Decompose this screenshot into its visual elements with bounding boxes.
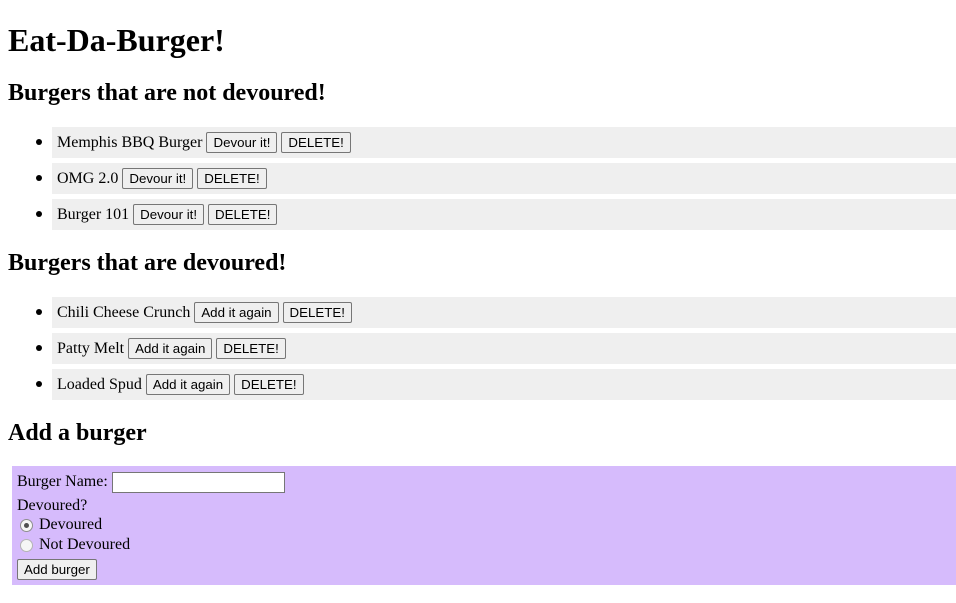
not-devoured-heading: Burgers that are not devoured! — [8, 80, 326, 106]
add-burger-form: Burger Name: Devoured? Devoured Not Devo… — [12, 466, 956, 585]
page-title: Eat-Da-Burger! — [8, 22, 225, 58]
delete-button[interactable]: DELETE! — [197, 168, 267, 189]
delete-button[interactable]: DELETE! — [208, 204, 278, 225]
list-item: Chili Cheese Crunch Add it again DELETE! — [36, 297, 956, 328]
radio-option-devoured[interactable]: Devoured — [17, 515, 951, 535]
add-again-button[interactable]: Add it again — [128, 338, 213, 359]
burger-name: Patty Melt — [57, 339, 125, 357]
burger-name: OMG 2.0 — [57, 169, 119, 187]
bullet-icon — [36, 345, 42, 351]
bullet-icon — [36, 139, 42, 145]
add-again-button[interactable]: Add it again — [145, 374, 231, 395]
delete-button[interactable]: DELETE! — [281, 132, 351, 153]
bullet-icon — [36, 175, 42, 181]
radio-devoured[interactable] — [20, 518, 33, 532]
list-item: Patty Melt Add it again DELETE! — [36, 333, 956, 364]
devoured-list: Chili Cheese Crunch Add it again DELETE!… — [36, 297, 956, 405]
bullet-icon — [36, 211, 42, 217]
list-item: Loaded Spud Add it again DELETE! — [36, 369, 956, 400]
not-devoured-list: Memphis BBQ Burger Devour it! DELETE! OM… — [36, 127, 956, 235]
delete-button[interactable]: DELETE! — [234, 374, 304, 395]
burger-name: Chili Cheese Crunch — [57, 303, 191, 321]
burger-name: Memphis BBQ Burger — [57, 133, 203, 151]
burger-name-input[interactable] — [111, 471, 285, 493]
devour-button[interactable]: Devour it! — [133, 204, 205, 225]
delete-button[interactable]: DELETE! — [282, 302, 352, 323]
radio-not-devoured[interactable] — [20, 538, 33, 552]
burger-name-row: Burger Name: — [17, 471, 951, 493]
devour-button[interactable]: Devour it! — [122, 168, 194, 189]
bullet-icon — [36, 309, 42, 315]
list-item: OMG 2.0 Devour it! DELETE! — [36, 163, 956, 194]
devour-button[interactable]: Devour it! — [206, 132, 278, 153]
radio-not-devoured-label: Not Devoured — [39, 536, 131, 553]
add-burger-heading: Add a burger — [8, 420, 147, 446]
burger-name: Loaded Spud — [57, 375, 142, 393]
devoured-question-label: Devoured? — [17, 497, 88, 514]
add-burger-button[interactable]: Add burger — [17, 559, 97, 580]
radio-option-not-devoured[interactable]: Not Devoured — [17, 535, 951, 555]
list-item: Burger 101 Devour it! DELETE! — [36, 199, 956, 230]
burger-name: Burger 101 — [57, 205, 130, 223]
add-again-button[interactable]: Add it again — [194, 302, 279, 323]
bullet-icon — [36, 381, 42, 387]
delete-button[interactable]: DELETE! — [216, 338, 286, 359]
radio-devoured-label: Devoured — [39, 516, 103, 533]
burger-name-label: Burger Name: — [17, 473, 108, 490]
devoured-heading: Burgers that are devoured! — [8, 250, 287, 276]
list-item: Memphis BBQ Burger Devour it! DELETE! — [36, 127, 956, 158]
